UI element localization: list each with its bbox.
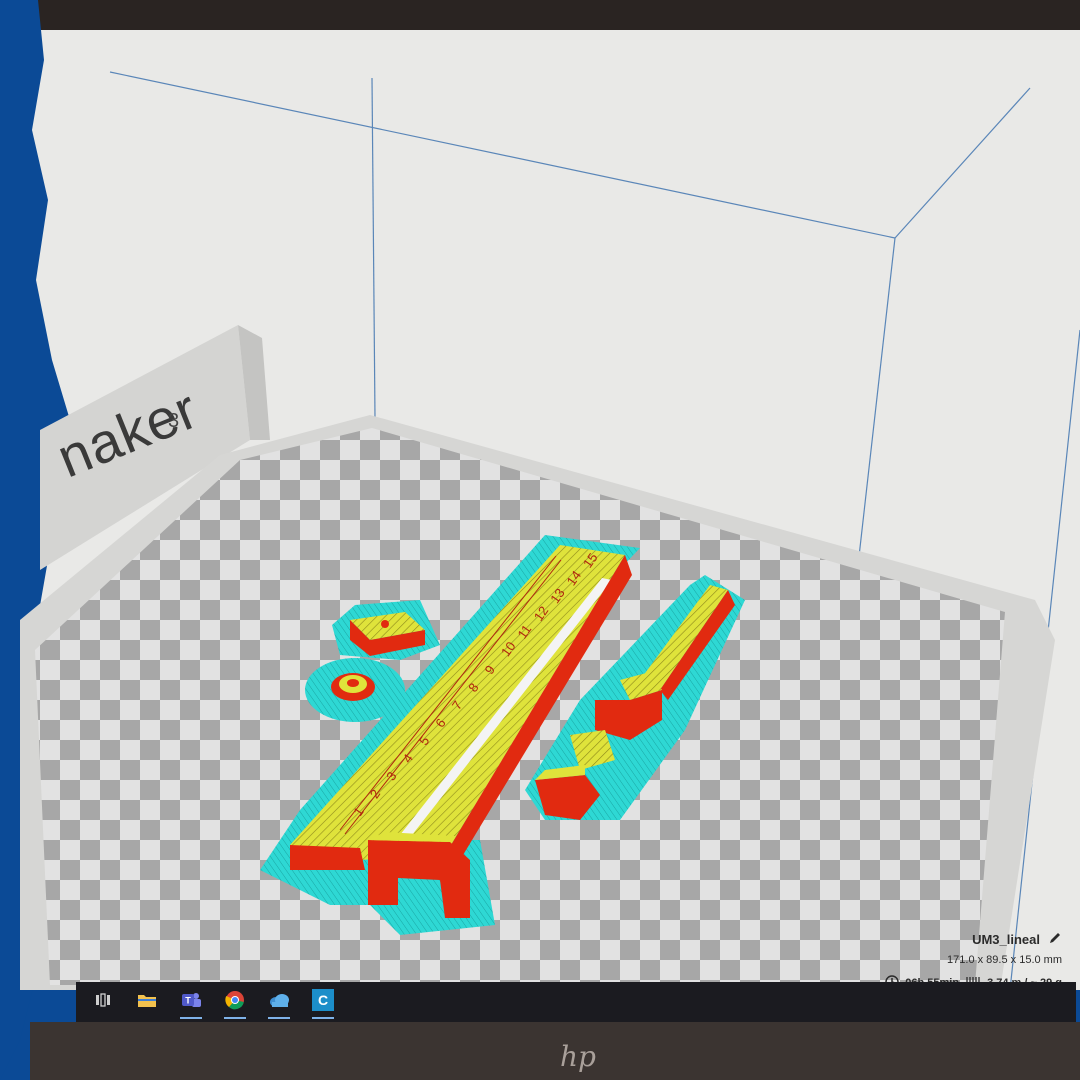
hp-logo: hp — [560, 1040, 596, 1073]
square-part-hole — [381, 620, 389, 628]
knob-part-center — [347, 679, 359, 687]
teams-icon: T — [180, 991, 202, 1014]
monitor-bottom-bezel — [30, 1022, 1080, 1080]
printer-model-superscript: 3 — [168, 410, 180, 432]
taskbar-file-explorer[interactable] — [128, 984, 166, 1020]
pencil-icon[interactable] — [1048, 931, 1062, 948]
cloud-icon — [268, 992, 290, 1013]
taskbar-teams[interactable]: T — [172, 984, 210, 1020]
svg-text:C: C — [318, 992, 328, 1008]
ruler-end-wall — [290, 845, 365, 870]
chrome-icon — [225, 990, 245, 1015]
windows-taskbar: T C — [76, 982, 1076, 1022]
cura-icon: C — [312, 988, 334, 1016]
job-name: UM3_lineal — [972, 931, 1040, 947]
taskbar-chrome[interactable] — [216, 984, 254, 1020]
cura-3d-viewport[interactable]: 123456789101112131415 — [0, 0, 1080, 1080]
task-view-icon — [95, 992, 111, 1012]
folder-icon — [137, 992, 157, 1013]
taskbar-cloud-app[interactable] — [260, 984, 298, 1020]
svg-text:T: T — [185, 995, 191, 1005]
taskbar-cura[interactable]: C — [304, 984, 342, 1020]
job-dimensions: 171.0 x 89.5 x 15.0 mm — [947, 954, 1062, 966]
taskbar-task-view[interactable] — [84, 984, 122, 1020]
